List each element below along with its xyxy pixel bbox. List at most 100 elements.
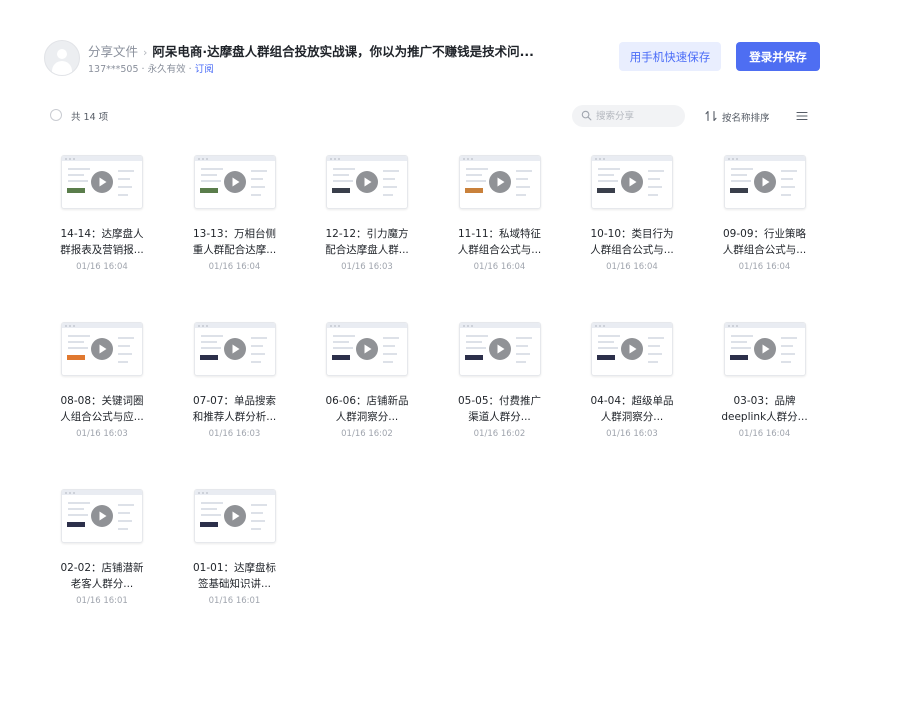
file-time: 01/16 16:03 bbox=[76, 429, 128, 439]
file-name[interactable]: 09-09：行业策略 人群组合公式与... bbox=[706, 226, 824, 258]
item-count: 共 14 项 bbox=[71, 112, 109, 123]
play-icon bbox=[621, 171, 643, 193]
file-name-line: 人群组合公式与... bbox=[722, 244, 807, 256]
video-thumbnail[interactable] bbox=[723, 322, 806, 376]
file-name-line: 07-07：单品搜索 bbox=[192, 395, 276, 407]
video-thumbnail[interactable] bbox=[61, 322, 143, 376]
share-meta: 137***505 · 永久有效 · 订阅 bbox=[88, 64, 214, 75]
sort-icon bbox=[705, 110, 717, 122]
search-box[interactable] bbox=[572, 105, 685, 127]
validity: 永久有效 bbox=[147, 64, 186, 75]
file-time: 01/16 16:01 bbox=[76, 596, 128, 606]
mindmap-node bbox=[729, 355, 748, 360]
play-icon bbox=[753, 171, 776, 193]
video-thumbnail[interactable] bbox=[326, 322, 408, 376]
subscribe-link[interactable]: 订阅 bbox=[195, 64, 214, 75]
file-name-line: 配合达摩盘人群... bbox=[325, 244, 409, 256]
user-id: 137***505 bbox=[88, 64, 139, 75]
mindmap-node bbox=[597, 355, 615, 360]
video-thumbnail[interactable] bbox=[61, 489, 143, 543]
file-time: 01/16 16:04 bbox=[738, 429, 791, 439]
file-name[interactable]: 06-06：店铺新品 人群洞察分... bbox=[308, 393, 426, 425]
video-thumbnail[interactable] bbox=[591, 155, 673, 209]
file-name-line: 08-08：关键词圈 bbox=[60, 395, 144, 407]
share-header: 分享文件 › 阿呆电商·达摩盘人群组合投放实战课，你以为推广不赚钱是技术问... 1… bbox=[44, 38, 820, 78]
file-name-line: 和推荐人群分析... bbox=[192, 411, 277, 423]
play-icon bbox=[753, 338, 776, 360]
play-icon bbox=[223, 338, 246, 360]
file-name-line: 人群组合公式与... bbox=[590, 244, 674, 256]
video-thumbnail[interactable] bbox=[458, 322, 541, 376]
mindmap-node bbox=[67, 522, 85, 527]
sort-label: 按名称排序 bbox=[722, 113, 770, 124]
file-name-line: 重人群配合达摩... bbox=[192, 244, 277, 256]
file-name[interactable]: 02-02：店铺潜新 老客人群分... bbox=[43, 560, 161, 592]
file-name-line: 人群组合公式与... bbox=[457, 244, 542, 256]
file-time: 01/16 16:03 bbox=[208, 429, 261, 439]
video-thumbnail[interactable] bbox=[61, 155, 143, 209]
file-name-line: 06-06：店铺新品 bbox=[325, 395, 409, 407]
play-icon bbox=[621, 338, 643, 360]
file-name[interactable]: 03-03：品牌 deeplink人群分... bbox=[706, 393, 824, 425]
breadcrumb[interactable]: 分享文件 bbox=[88, 44, 138, 59]
file-name[interactable]: 14-14：达摩盘人 群报表及营销报... bbox=[43, 226, 161, 258]
file-time: 01/16 16:04 bbox=[208, 262, 261, 272]
file-name-line: 签基础知识讲... bbox=[197, 578, 271, 590]
mindmap-node bbox=[199, 522, 218, 527]
file-name-line: 人群洞察分... bbox=[335, 411, 399, 423]
video-thumbnail[interactable] bbox=[193, 489, 276, 543]
file-name[interactable]: 12-12：引力魔方 配合达摩盘人群... bbox=[308, 226, 426, 258]
file-name-line: 渠道人群分... bbox=[468, 411, 531, 423]
file-name-line: 人组合公式与应... bbox=[60, 411, 144, 423]
page-title: 阿呆电商·达摩盘人群组合投放实战课，你以为推广不赚钱是技术问... bbox=[152, 44, 534, 59]
file-name[interactable]: 13-13：万相台侧 重人群配合达摩... bbox=[176, 226, 294, 258]
video-thumbnail[interactable] bbox=[723, 155, 806, 209]
file-name-line: 老客人群分... bbox=[70, 578, 134, 590]
file-time: 01/16 16:01 bbox=[208, 596, 261, 606]
video-thumbnail[interactable] bbox=[591, 322, 673, 376]
file-name[interactable]: 04-04：超级单品 人群洞察分... bbox=[573, 393, 691, 425]
play-icon bbox=[91, 338, 113, 360]
file-name-line: 11-11：私域特征 bbox=[457, 228, 541, 240]
mindmap-node bbox=[332, 355, 350, 360]
play-icon bbox=[91, 505, 113, 527]
mindmap-node bbox=[597, 188, 615, 193]
video-thumbnail[interactable] bbox=[326, 155, 408, 209]
title-row: 分享文件 › 阿呆电商·达摩盘人群组合投放实战课，你以为推广不赚钱是技术问... bbox=[88, 41, 534, 60]
play-icon bbox=[91, 171, 113, 193]
mobile-save-button[interactable]: 用手机快速保存 bbox=[619, 42, 721, 71]
file-time: 01/16 16:03 bbox=[606, 429, 658, 439]
mindmap-node bbox=[464, 355, 483, 360]
file-name-line: 09-09：行业策略 bbox=[722, 228, 806, 240]
file-name-line: 群报表及营销报... bbox=[60, 244, 144, 256]
file-name[interactable]: 10-10：类目行为 人群组合公式与... bbox=[573, 226, 691, 258]
file-name[interactable]: 05-05：付费推广 渠道人群分... bbox=[441, 393, 559, 425]
file-time: 01/16 16:04 bbox=[76, 262, 128, 272]
video-thumbnail[interactable] bbox=[193, 155, 276, 209]
video-thumbnail[interactable] bbox=[193, 322, 276, 376]
video-thumbnail[interactable] bbox=[458, 155, 541, 209]
file-time: 01/16 16:04 bbox=[738, 262, 791, 272]
file-toolbar: 共 14 项 按名称排序 bbox=[50, 105, 810, 129]
file-time: 01/16 16:04 bbox=[473, 262, 526, 272]
select-all-checkbox[interactable] bbox=[50, 109, 62, 121]
play-icon bbox=[356, 171, 378, 193]
login-save-button[interactable]: 登录并保存 bbox=[736, 42, 820, 71]
mindmap-node bbox=[332, 188, 350, 193]
file-name-line: 12-12：引力魔方 bbox=[325, 228, 409, 240]
file-name-line: 人群洞察分... bbox=[600, 411, 664, 423]
play-icon bbox=[488, 338, 511, 360]
file-name[interactable]: 11-11：私域特征 人群组合公式与... bbox=[441, 226, 559, 258]
file-name-line: 01-01：达摩盘标 bbox=[192, 562, 276, 574]
file-name-line: 13-13：万相台侧 bbox=[192, 228, 276, 240]
mindmap-node bbox=[464, 188, 483, 193]
search-input[interactable] bbox=[596, 108, 676, 124]
file-name[interactable]: 01-01：达摩盘标 签基础知识讲... bbox=[176, 560, 294, 592]
file-name[interactable]: 07-07：单品搜索 和推荐人群分析... bbox=[176, 393, 294, 425]
file-name-line: deeplink人群分... bbox=[721, 411, 808, 423]
file-name[interactable]: 08-08：关键词圈 人组合公式与应... bbox=[43, 393, 161, 425]
play-icon bbox=[223, 505, 246, 527]
mindmap-node bbox=[729, 188, 748, 193]
menu-icon[interactable] bbox=[796, 110, 808, 122]
search-icon bbox=[581, 110, 592, 121]
